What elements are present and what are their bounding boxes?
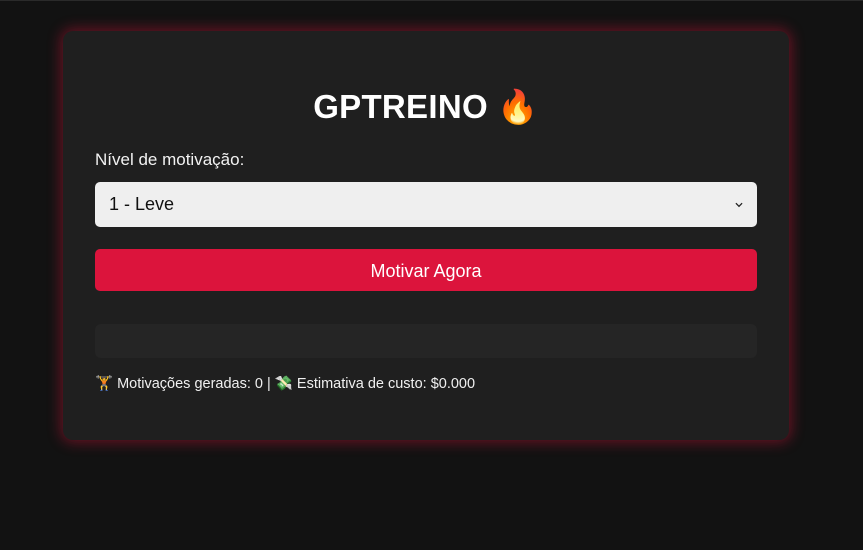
motivation-select[interactable]: 1 - Leve bbox=[95, 182, 757, 227]
page-title: GPTREINO 🔥 bbox=[313, 88, 539, 125]
motivation-label: Nível de motivação: bbox=[95, 150, 245, 169]
motivation-select-value: 1 - Leve bbox=[109, 194, 175, 214]
top-divider bbox=[0, 0, 863, 1]
motivations-count: Motivações geradas: 0 bbox=[117, 376, 263, 393]
stats-line: 🏋 Motivações geradas: 0 | 💸 Estimativa d… bbox=[95, 374, 475, 394]
cost-estimate: Estimativa de custo: $0.000 bbox=[296, 376, 476, 393]
main-card: GPTREINO 🔥 Nível de motivação: 1 - Leve … bbox=[63, 31, 789, 440]
money-icon: 💸 bbox=[274, 376, 293, 393]
page: GPTREINO 🔥 Nível de motivação: 1 - Leve … bbox=[0, 0, 863, 550]
motivation-output bbox=[95, 324, 757, 358]
dumbbell-icon: 🏋 bbox=[95, 376, 114, 393]
motivate-button[interactable]: Motivar Agora bbox=[95, 249, 757, 291]
chevron-down-icon bbox=[735, 201, 743, 209]
stats-separator: | bbox=[267, 376, 271, 393]
